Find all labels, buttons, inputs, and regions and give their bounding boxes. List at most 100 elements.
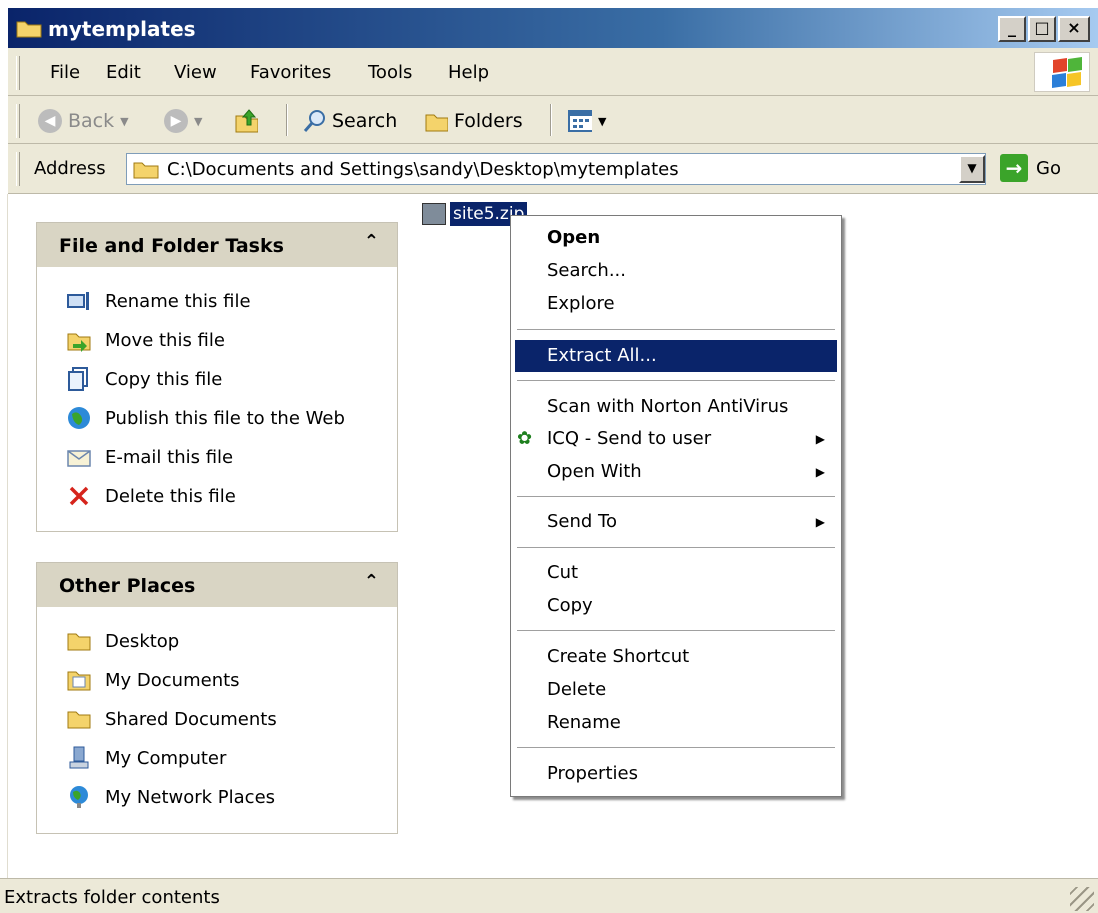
- status-bar: Extracts folder contents: [0, 878, 1098, 913]
- place-my-network[interactable]: My Network Places: [67, 785, 275, 809]
- task-label: Delete this file: [105, 485, 236, 507]
- address-bar: Address C:\Documents and Settings\sandy\…: [8, 144, 1098, 194]
- ctx-label: Send To: [547, 511, 618, 532]
- ctx-label: Open With: [547, 461, 642, 482]
- ctx-copy[interactable]: Copy: [515, 590, 837, 622]
- menu-separator: [517, 329, 835, 331]
- network-globe-icon: [67, 785, 91, 809]
- views-button[interactable]: ▼: [568, 106, 606, 136]
- menu-bar: File Edit View Favorites Tools Help: [8, 48, 1098, 96]
- window-title: mytemplates: [48, 17, 196, 41]
- ctx-open-with[interactable]: Open With ▶: [515, 456, 837, 488]
- task-move[interactable]: Move this file: [67, 328, 225, 352]
- panel-header[interactable]: File and Folder Tasks ⌃: [37, 223, 397, 267]
- window-border: [0, 194, 8, 878]
- panel-title: Other Places: [59, 575, 196, 597]
- ctx-delete[interactable]: Delete: [515, 674, 837, 706]
- task-copy[interactable]: Copy this file: [67, 367, 222, 391]
- back-label: Back: [68, 110, 115, 132]
- minimize-button[interactable]: _: [998, 16, 1026, 42]
- menu-file[interactable]: File: [50, 62, 80, 83]
- maximize-button[interactable]: □: [1028, 16, 1056, 42]
- email-icon: [67, 445, 91, 469]
- go-arrow-icon: →: [1000, 154, 1028, 182]
- task-email[interactable]: E-mail this file: [67, 445, 233, 469]
- search-button[interactable]: Search: [302, 106, 397, 136]
- go-button[interactable]: → Go: [1000, 154, 1061, 182]
- submenu-arrow-icon: ▶: [815, 432, 825, 446]
- file-folder-tasks-panel: File and Folder Tasks ⌃ Rename this file…: [36, 222, 398, 532]
- address-input[interactable]: C:\Documents and Settings\sandy\Desktop\…: [126, 153, 986, 185]
- collapse-chevron-icon[interactable]: ⌃: [364, 231, 379, 252]
- task-label: Rename this file: [105, 290, 251, 312]
- ctx-properties[interactable]: Properties: [515, 758, 837, 790]
- context-menu: Open Search... Explore Extract All... Sc…: [510, 215, 842, 797]
- ctx-scan-norton[interactable]: Scan with Norton AntiVirus: [515, 391, 837, 423]
- windows-logo-icon: [1034, 52, 1090, 92]
- panel-header[interactable]: Other Places ⌃: [37, 563, 397, 607]
- search-label: Search: [332, 110, 398, 132]
- ctx-send-to[interactable]: Send To ▶: [515, 506, 837, 538]
- task-rename[interactable]: Rename this file: [67, 289, 251, 313]
- panel-title: File and Folder Tasks: [59, 235, 284, 257]
- close-button[interactable]: ×: [1058, 16, 1090, 42]
- place-my-documents[interactable]: My Documents: [67, 668, 240, 692]
- place-my-computer[interactable]: My Computer: [67, 746, 226, 770]
- menu-separator: [517, 380, 835, 382]
- back-button[interactable]: ◀ Back ▼: [38, 106, 129, 136]
- computer-icon: [67, 746, 91, 770]
- menu-favorites[interactable]: Favorites: [250, 62, 331, 83]
- title-bar: mytemplates _ □ ×: [8, 8, 1098, 48]
- menu-separator: [517, 496, 835, 498]
- rename-icon: [67, 289, 91, 313]
- forward-button[interactable]: ▶ ▼: [164, 106, 202, 136]
- views-dropdown-icon: ▼: [598, 114, 607, 128]
- menu-view[interactable]: View: [174, 62, 217, 83]
- place-shared-documents[interactable]: Shared Documents: [67, 707, 277, 731]
- ctx-label: ICQ - Send to user: [547, 428, 712, 449]
- up-folder-button[interactable]: [234, 106, 258, 136]
- task-label: Copy this file: [105, 368, 223, 390]
- menu-tools[interactable]: Tools: [368, 62, 412, 83]
- ctx-icq-send[interactable]: ✿ ICQ - Send to user ▶: [515, 423, 837, 455]
- place-desktop[interactable]: Desktop: [67, 629, 179, 653]
- place-label: My Network Places: [105, 786, 276, 808]
- ctx-cut[interactable]: Cut: [515, 557, 837, 589]
- zip-file-icon: [422, 203, 446, 225]
- menu-edit[interactable]: Edit: [106, 62, 141, 83]
- icq-flower-icon: ✿: [517, 428, 533, 449]
- place-label: My Computer: [105, 747, 227, 769]
- ctx-search[interactable]: Search...: [515, 255, 837, 287]
- submenu-arrow-icon: ▶: [815, 465, 825, 479]
- address-label: Address: [34, 158, 106, 179]
- menu-separator: [517, 630, 835, 632]
- folders-button[interactable]: Folders: [424, 106, 523, 136]
- place-label: Desktop: [105, 630, 180, 652]
- delete-x-icon: [67, 484, 91, 508]
- ctx-create-shortcut[interactable]: Create Shortcut: [515, 641, 837, 673]
- folder-icon: [16, 18, 42, 43]
- resize-grip-icon[interactable]: [1070, 887, 1094, 911]
- menu-help[interactable]: Help: [448, 62, 489, 83]
- collapse-chevron-icon[interactable]: ⌃: [364, 571, 379, 592]
- search-icon: [302, 109, 326, 133]
- ctx-extract-all[interactable]: Extract All...: [515, 340, 837, 372]
- ctx-open[interactable]: Open: [515, 222, 837, 254]
- task-label: Move this file: [105, 329, 225, 351]
- place-label: Shared Documents: [105, 708, 277, 730]
- task-publish[interactable]: Publish this file to the Web: [67, 406, 345, 430]
- ctx-explore[interactable]: Explore: [515, 288, 837, 320]
- address-dropdown-button[interactable]: ▼: [959, 155, 985, 183]
- toolbar-grip: [16, 104, 20, 138]
- forward-arrow-icon: ▶: [164, 109, 188, 133]
- views-icon: [568, 109, 592, 133]
- ctx-rename[interactable]: Rename: [515, 707, 837, 739]
- task-delete[interactable]: Delete this file: [67, 484, 236, 508]
- status-text: Extracts folder contents: [4, 887, 220, 908]
- address-grip: [16, 152, 20, 186]
- folder-icon: [67, 707, 91, 731]
- toolbar-separator: [550, 104, 552, 136]
- place-label: My Documents: [105, 669, 240, 691]
- folders-label: Folders: [454, 110, 523, 132]
- move-icon: [67, 328, 91, 352]
